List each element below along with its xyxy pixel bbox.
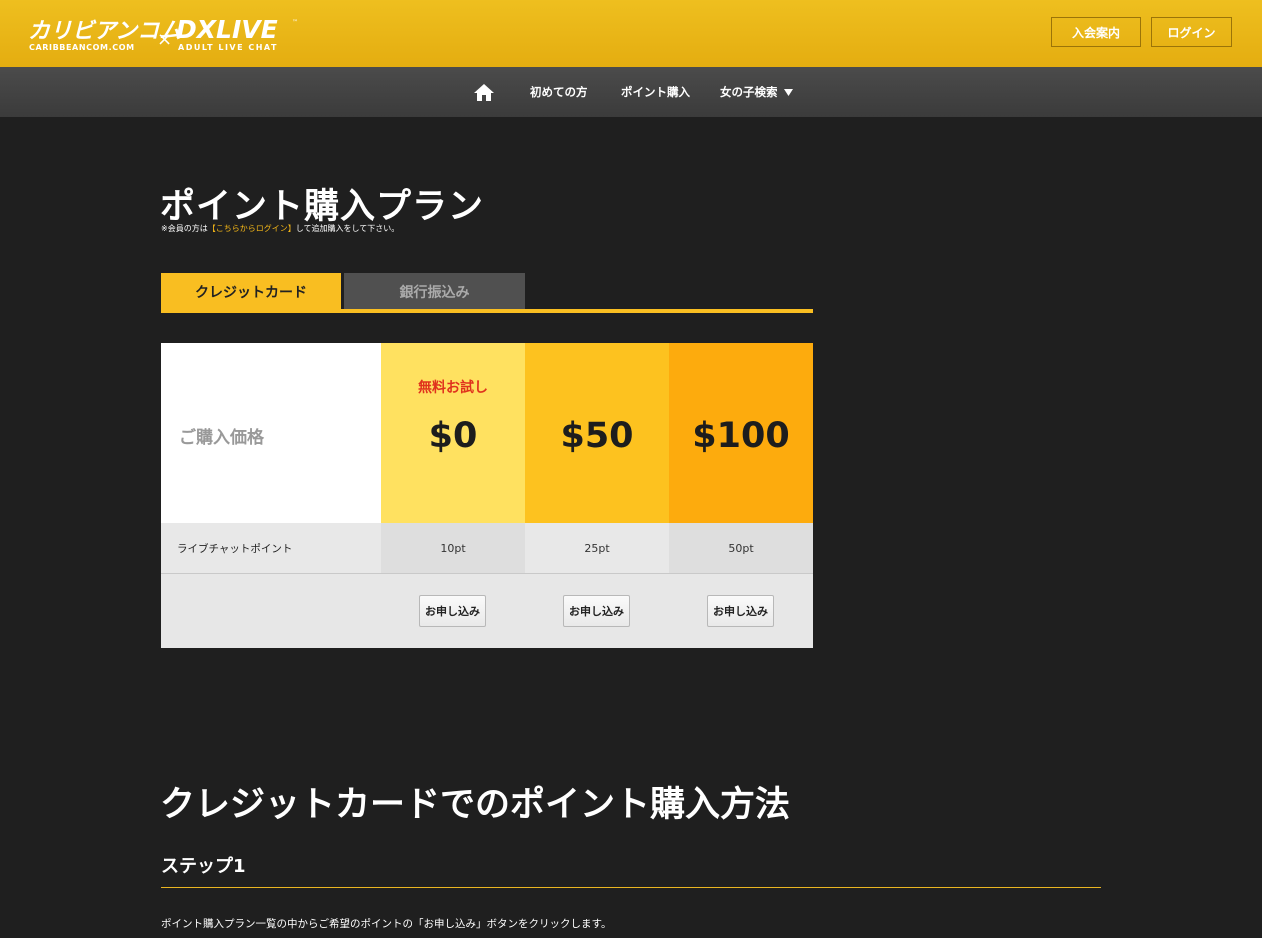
main-nav: 初めての方 ポイント購入 女の子検索 <box>0 67 1262 117</box>
tab-bank-transfer[interactable]: 銀行振込み <box>344 273 525 310</box>
plan-column-free: 無料お試し $0 <box>381 343 525 523</box>
plan-price: $0 <box>428 416 478 456</box>
plan-column-100: $100 <box>669 343 813 523</box>
home-icon[interactable] <box>473 83 495 102</box>
price-row-label: ご購入価格 <box>179 428 264 448</box>
apply-button-50[interactable]: お申し込み <box>563 595 630 627</box>
chevron-down-icon[interactable] <box>784 89 793 96</box>
apply-button-free[interactable]: お申し込み <box>419 595 486 627</box>
nav-item-first-time[interactable]: 初めての方 <box>530 84 588 100</box>
step-heading: ステップ1 <box>161 856 246 877</box>
member-note-suffix: して追加購入をして下さい。 <box>295 224 400 233</box>
nav-item-buy-points[interactable]: ポイント購入 <box>621 84 690 100</box>
logo-primary-subtext: CARIBBEANCOM.COM <box>29 43 135 52</box>
plan-points: 25pt <box>525 523 669 573</box>
site-logo[interactable]: カリビアンコム CARIBBEANCOM.COM × DXLIVE ™ ADUL… <box>28 14 300 54</box>
free-trial-badge: 無料お試し <box>418 380 488 396</box>
page-title: ポイント購入プラン <box>160 187 485 227</box>
plan-price: $50 <box>560 416 634 456</box>
points-row-label: ライブチャットポイント <box>177 543 293 555</box>
plan-price: $100 <box>692 416 790 456</box>
step-divider <box>161 887 1101 888</box>
plan-points: 10pt <box>381 523 525 573</box>
member-note-prefix: ※会員の方は <box>161 224 208 233</box>
price-row-label-cell: ご購入価格 <box>161 343 381 523</box>
plan-points: 50pt <box>669 523 813 573</box>
join-info-button[interactable]: 入会案内 <box>1051 17 1141 47</box>
logo-tm: ™ <box>292 19 298 26</box>
site-header: カリビアンコム CARIBBEANCOM.COM × DXLIVE ™ ADUL… <box>0 0 1262 67</box>
logo-secondary-text: DXLIVE <box>176 15 278 44</box>
login-button[interactable]: ログイン <box>1151 17 1232 47</box>
tab-credit-card[interactable]: クレジットカード <box>161 273 341 310</box>
method-heading: クレジットカードでのポイント購入方法 <box>160 785 791 825</box>
tab-underline <box>161 309 813 313</box>
logo-secondary-subtext: ADULT LIVE CHAT <box>178 43 278 52</box>
nav-item-girl-search[interactable]: 女の子検索 <box>720 84 778 100</box>
points-row-label-cell: ライブチャットポイント <box>161 523 381 573</box>
apply-button-100[interactable]: お申し込み <box>707 595 774 627</box>
step-description: ポイント購入プラン一覧の中からご希望のポイントの「お申し込み」ボタンをクリックし… <box>161 918 612 930</box>
member-note: ※会員の方は【こちらからログイン】して追加購入をして下さい。 <box>161 223 399 234</box>
plan-column-50: $50 <box>525 343 669 523</box>
logo-cross: × <box>157 29 172 50</box>
login-link[interactable]: 【こちらからログイン】 <box>208 224 296 233</box>
